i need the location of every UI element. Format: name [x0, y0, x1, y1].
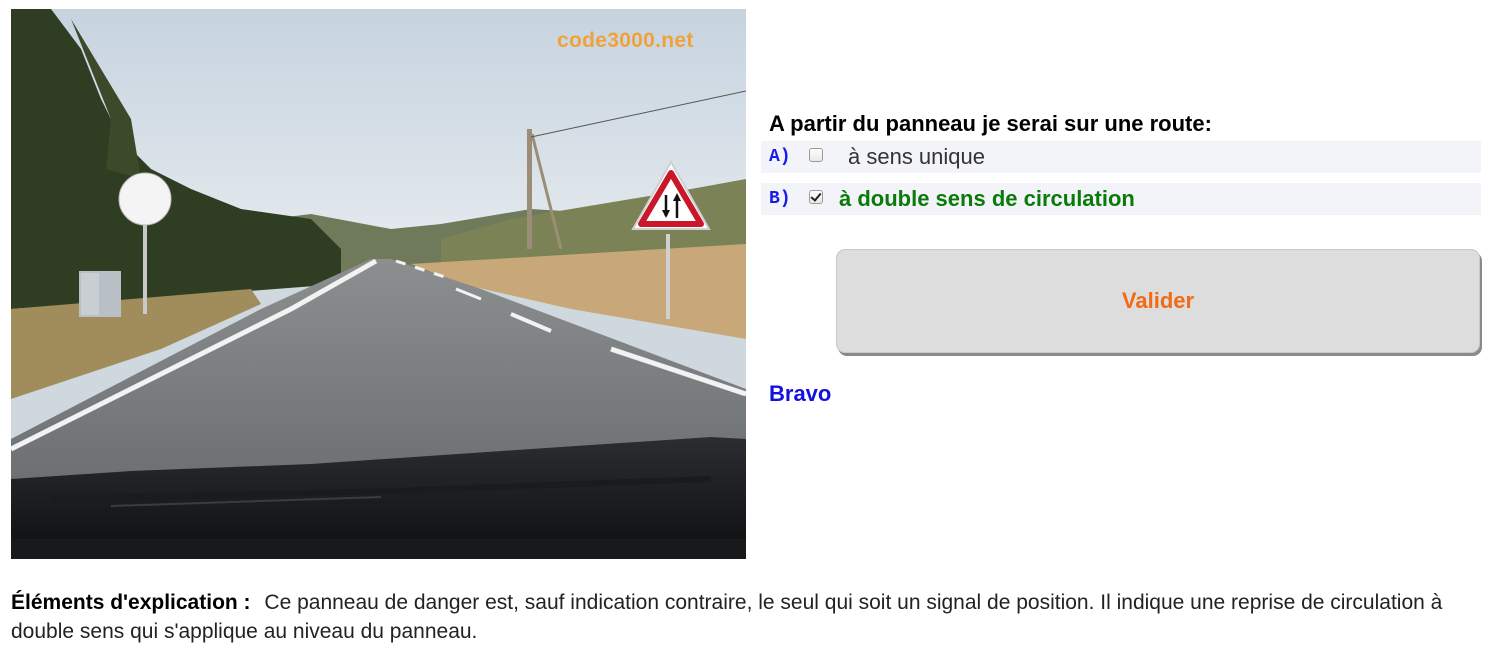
answer-letter: A)	[769, 147, 791, 167]
explanation-block: Éléments d'explication : Ce panneau de d…	[11, 588, 1471, 646]
question-text: A partir du panneau je serai sur une rou…	[769, 111, 1212, 136]
answer-option-a[interactable]: A) à sens unique	[761, 141, 1481, 173]
result-message: Bravo	[769, 381, 832, 406]
explanation-label: Éléments d'explication :	[11, 591, 251, 614]
answer-option-b[interactable]: B) à double sens de circulation	[761, 183, 1481, 215]
answer-b-checkbox[interactable]	[809, 190, 823, 204]
road-photo: code3000.net	[11, 9, 746, 559]
road-scene-illustration	[11, 9, 746, 559]
answer-letter: B)	[769, 189, 791, 209]
validate-button[interactable]: Valider	[836, 249, 1480, 353]
answer-a-checkbox[interactable]	[809, 148, 823, 162]
answer-text: à double sens de circulation	[839, 186, 1135, 211]
answer-text: à sens unique	[848, 144, 985, 169]
site-watermark: code3000.net	[557, 29, 694, 52]
